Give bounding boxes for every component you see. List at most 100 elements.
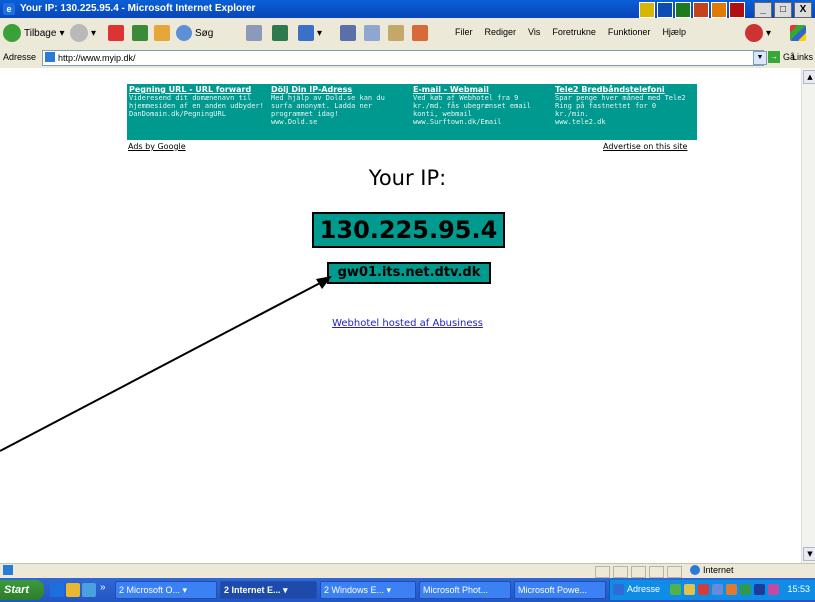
vertical-scrollbar[interactable]: ▲ ▼ [801, 68, 815, 563]
ie-quicklaunch-icon[interactable] [50, 583, 64, 597]
stop-button[interactable] [108, 23, 124, 43]
edit-icon [272, 25, 288, 41]
menu-favorites[interactable]: Foretrukne [552, 27, 596, 37]
tray-icon[interactable] [684, 584, 695, 595]
webhotel-link[interactable]: Webhotel hosted af Abusiness [0, 318, 815, 329]
search-icon [176, 25, 192, 41]
ad-url: www.Dold.se [271, 118, 318, 126]
maximize-button[interactable]: □ [774, 2, 792, 18]
ad-title[interactable]: Dölj Din IP-Adress [271, 85, 409, 94]
back-arrow-icon [3, 24, 21, 42]
ad-title[interactable]: Tele2 Bredbåndstelefoni [555, 85, 693, 94]
back-label: Tilbage [24, 27, 57, 39]
mail-button[interactable] [412, 23, 428, 43]
address-dropdown-button[interactable]: ▼ [753, 51, 767, 65]
excel-icon [675, 2, 691, 18]
ad-body: Videresend dit domænenavn til hjemmeside… [129, 94, 264, 110]
close-button[interactable]: X [794, 2, 812, 18]
ad-url: DanDomain.dk/PegningURL [129, 110, 226, 118]
ad-body: Ved køb af Webhotel fra 9 kr./md. fås ub… [413, 94, 532, 118]
ad-item[interactable]: Dölj Din IP-Adress Med hjälp av Dold.se … [269, 84, 411, 140]
minimize-button[interactable]: _ [754, 2, 772, 18]
taskbar-task-photo[interactable]: Microsoft Phot... [419, 581, 511, 599]
taskbar-task-office[interactable]: 2 Microsoft O... ▾ [115, 581, 217, 599]
start-button[interactable]: Start [0, 580, 44, 600]
taskbar-task-explorer[interactable]: 2 Windows E... ▾ [320, 581, 416, 599]
tray-icon[interactable] [726, 584, 737, 595]
quicklaunch-chevron[interactable]: » [100, 582, 106, 593]
menu-view[interactable]: Vis [528, 27, 540, 37]
ad-title[interactable]: E-mail - Webmail [413, 85, 551, 94]
tray-icon[interactable] [698, 584, 709, 595]
forward-button[interactable]: ▾ [70, 23, 96, 43]
ad-url: www.Surftown.dk/Email [413, 118, 502, 126]
taskbar-task-powerpoint[interactable]: Microsoft Powe... [514, 581, 606, 599]
scroll-down-button[interactable]: ▼ [803, 547, 815, 561]
font-button[interactable]: ▾ [298, 23, 322, 43]
tray-icon[interactable] [768, 584, 779, 595]
search-button[interactable]: Søg [176, 23, 213, 43]
advertise-link[interactable]: Advertise on this site [603, 142, 687, 151]
refresh-icon [132, 25, 148, 41]
clock[interactable]: 15:53 [787, 584, 810, 594]
toolbar-extra-button[interactable]: ▾ [745, 23, 771, 43]
tray-icon[interactable] [754, 584, 765, 595]
refresh-button[interactable] [132, 23, 148, 43]
copy-button[interactable] [364, 23, 380, 43]
status-segment [613, 566, 628, 578]
tray-address-label: Adresse [627, 584, 661, 594]
menu-help[interactable]: Hjælp [662, 27, 686, 37]
cut-icon [340, 25, 356, 41]
menu-tools[interactable]: Funktioner [608, 27, 651, 37]
status-segment [649, 566, 664, 578]
word-icon [657, 2, 673, 18]
start-label: Start [4, 584, 30, 596]
ads-by-google-link[interactable]: Ads by Google [128, 142, 186, 151]
chevron-down-icon: ▾ [317, 27, 323, 39]
ad-item[interactable]: Pegning URL - URL forward Videresend dit… [127, 84, 269, 140]
print-button[interactable] [246, 23, 262, 43]
ad-item[interactable]: Tele2 Bredbåndstelefoni Spar penge hver … [553, 84, 695, 140]
scroll-up-button[interactable]: ▲ [803, 70, 815, 84]
ad-item[interactable]: E-mail - Webmail Ved køb af Webhotel fra… [411, 84, 553, 140]
menu-bar: Filer Rediger Vis Foretrukne Funktioner … [455, 27, 686, 37]
cut-button[interactable] [340, 23, 356, 43]
ad-url: www.tele2.dk [555, 118, 606, 126]
taskbar-task-ie[interactable]: 2 Internet E... ▾ [220, 581, 317, 599]
address-label: Adresse [3, 52, 37, 62]
title-app-icons [639, 2, 745, 18]
window-controls: _ □ X [754, 2, 812, 18]
edit-button[interactable] [272, 23, 288, 43]
tray-icon[interactable] [740, 584, 751, 595]
chevron-down-icon: ▾ [59, 27, 65, 39]
status-segment [595, 566, 610, 578]
hostname-box: gw01.its.net.dtv.dk [327, 262, 491, 284]
status-segment [631, 566, 646, 578]
ad-title[interactable]: Pegning URL - URL forward [129, 85, 267, 94]
windows-logo [790, 23, 806, 43]
ip-address-box: 130.225.95.4 [312, 212, 505, 248]
app-icon [711, 2, 727, 18]
paste-button[interactable] [388, 23, 404, 43]
menu-edit[interactable]: Rediger [485, 27, 517, 37]
copy-icon [364, 25, 380, 41]
tray-icon[interactable] [712, 584, 723, 595]
home-button[interactable] [154, 23, 170, 43]
tray-icon[interactable] [670, 584, 681, 595]
system-tray: Adresse 15:53 [609, 580, 815, 600]
address-input[interactable]: http://www.myip.dk/ [42, 50, 764, 66]
back-button[interactable]: Tilbage ▾ [3, 23, 64, 43]
status-bar: Internet [0, 563, 815, 579]
toolbar: Tilbage ▾ ▾ Søg ▾ Filer Rediger Vis Fore… [0, 18, 815, 49]
outlook-quicklaunch-icon[interactable] [66, 583, 80, 597]
desktop-quicklaunch-icon[interactable] [82, 583, 96, 597]
ad-body: Med hjälp av Dold.se kan du surfa anonym… [271, 94, 385, 118]
ie-icon: e [3, 3, 15, 15]
globe-icon [690, 565, 700, 575]
go-button[interactable]: → Gå [768, 51, 795, 63]
menu-file[interactable]: Filer [455, 27, 473, 37]
google-ads-block: Pegning URL - URL forward Videresend dit… [127, 84, 697, 140]
app-icon [639, 2, 655, 18]
links-button[interactable]: Links [792, 52, 813, 62]
window-title: Your IP: 130.225.95.4 - Microsoft Intern… [20, 3, 256, 14]
